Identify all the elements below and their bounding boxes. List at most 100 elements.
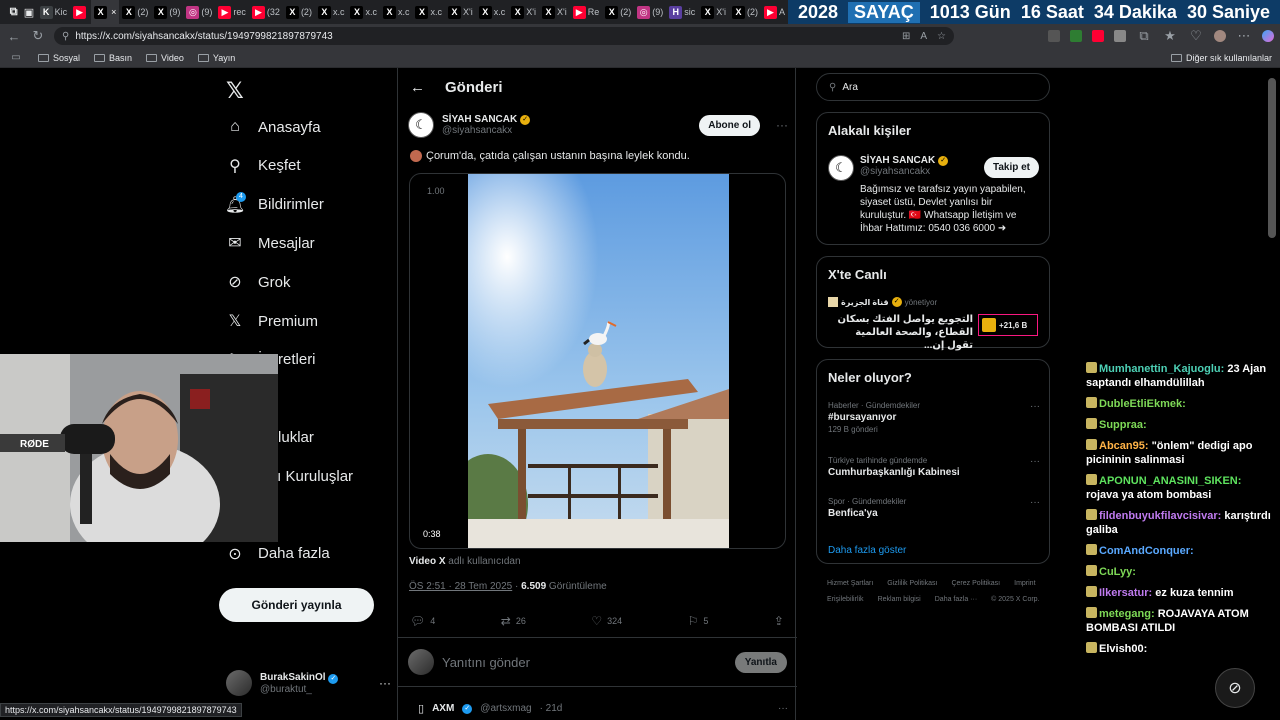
bookmark-action[interactable]: ⚐ 5 — [688, 614, 709, 628]
browser-tab[interactable]: X X'i — [508, 0, 539, 24]
sidebar-item-4[interactable]: ⊘ Grok — [226, 270, 290, 294]
chat-username[interactable]: Mumhanettin_Kajuoglu: — [1099, 363, 1224, 375]
browser-tab[interactable]: X (9) — [151, 0, 183, 24]
browser-tab[interactable]: Xx.c — [380, 0, 413, 24]
app-install-icon[interactable]: ⊞ — [902, 31, 910, 42]
browser-tab[interactable]: K Kic — [37, 0, 71, 24]
author-avatar[interactable]: ☾ — [408, 112, 434, 138]
sidebar-item-0[interactable]: ⌂ Anasayfa — [226, 115, 320, 139]
show-more-link[interactable]: Daha fazla göster — [828, 545, 906, 556]
author-name-row[interactable]: SİYAH SANCAK ✓ — [442, 114, 531, 125]
sidebar-item-3[interactable]: ✉ Mesajlar — [226, 231, 314, 255]
browser-tab[interactable]: ▶ (32 — [249, 0, 283, 24]
bookmark-folder[interactable]: Sosyal — [38, 53, 80, 63]
live-text[interactable]: التجويع يواصل الفتك بسكان القطاع، والصحة… — [828, 313, 973, 352]
trend-item[interactable]: Spor · Gündemdekiler Benfica'ya ··· — [828, 497, 1040, 519]
sidebar-item-5[interactable]: 𝕏 Premium — [226, 309, 318, 333]
browser-tab[interactable]: Xx.c — [347, 0, 380, 24]
x-logo-icon[interactable]: 𝕏 — [226, 78, 244, 104]
sidebar-item-11[interactable]: ⊙ Daha fazla — [226, 542, 329, 566]
subscribe-button[interactable]: Abone ol — [699, 114, 760, 136]
more-dots-icon[interactable]: ··· — [379, 676, 391, 690]
browser-tab[interactable]: ▶ — [70, 0, 91, 24]
bookmark-folder[interactable]: Basın — [94, 53, 132, 63]
browser-tab[interactable]: X (2) — [602, 0, 634, 24]
browser-tab[interactable]: X X'i — [698, 0, 729, 24]
menu-dots-icon[interactable]: ⋯ — [1236, 28, 1252, 44]
share-action[interactable]: ⇪ — [774, 614, 784, 628]
video-source-name[interactable]: Video X — [409, 556, 446, 567]
footer-link[interactable]: Daha fazla ··· — [935, 592, 977, 608]
follow-button[interactable]: Takip et — [983, 157, 1039, 178]
back-arrow-icon[interactable]: ← — [410, 79, 425, 96]
browser-tab[interactable]: Hsic — [666, 0, 698, 24]
extension-icon[interactable] — [1114, 30, 1126, 42]
youtube-extension-icon[interactable] — [1092, 30, 1104, 42]
workspaces-icon[interactable]: ⧉ — [6, 0, 21, 24]
page-scrollbar[interactable] — [1268, 78, 1276, 238]
copilot-icon[interactable] — [1262, 30, 1274, 42]
browser-tab[interactable]: ▶ rec — [215, 0, 249, 24]
browser-tab[interactable]: Xx.c — [476, 0, 509, 24]
more-dots-icon[interactable]: ··· — [768, 118, 788, 132]
chat-username[interactable]: Ilkersatur: — [1099, 587, 1152, 599]
playback-speed[interactable]: 1.00 — [427, 186, 445, 196]
chat-username[interactable]: metegang: — [1099, 608, 1155, 620]
browser-tab[interactable]: X × — [91, 0, 120, 24]
browser-tab[interactable]: ◎ (9) — [183, 0, 215, 24]
like-action[interactable]: ♡ 324 — [591, 614, 622, 628]
chat-username[interactable]: Abcan95: — [1099, 440, 1149, 452]
footer-link[interactable]: Reklam bilgisi — [878, 592, 921, 608]
extension-icon[interactable] — [1048, 30, 1060, 42]
reading-view-icon[interactable]: ▭ — [8, 50, 24, 66]
chat-username[interactable]: DubleEtliEkmek: — [1099, 398, 1186, 410]
footer-link[interactable]: © 2025 X Corp. — [991, 592, 1039, 608]
more-dots-icon[interactable]: ··· — [1030, 456, 1040, 467]
site-info-icon[interactable]: ⚲ — [62, 31, 69, 42]
browser-tab[interactable]: ▶ A — [761, 0, 788, 24]
footer-link[interactable]: Erişilebilirlik — [827, 592, 864, 608]
extension-icon[interactable] — [1070, 30, 1082, 42]
sidebar-item-1[interactable]: ⚲ Keşfet — [226, 154, 300, 178]
browser-tab[interactable]: X X'i — [539, 0, 570, 24]
favorites-icon[interactable]: ★ — [1162, 28, 1178, 44]
footer-link[interactable]: Gizlilik Politikası — [887, 576, 937, 592]
browser-tab[interactable]: ▶ Re — [570, 0, 603, 24]
account-switcher[interactable]: BurakSakinOl ✓ @buraktut_ ··· — [226, 670, 391, 696]
reload-icon[interactable]: ↻ — [30, 28, 46, 44]
post-button[interactable]: Gönderi yayınla — [219, 588, 374, 622]
tab-actions-icon[interactable]: ▣ — [21, 0, 36, 24]
live-host-row[interactable]: قناة الجزيرة ✓ yönetiyor — [828, 297, 937, 307]
search-input[interactable]: ⚲ Ara — [816, 73, 1050, 101]
browser-tab[interactable]: X (2) — [283, 0, 315, 24]
sidebar-item-2[interactable]: 🔔︎ 4 Bildirimler — [225, 191, 324, 217]
more-dots-icon[interactable]: ··· — [1030, 497, 1040, 508]
footer-link[interactable]: Hizmet Şartları — [827, 576, 873, 592]
browser-tab[interactable]: X X'i — [445, 0, 476, 24]
chat-username[interactable]: Elvish00: — [1099, 643, 1147, 655]
video-frame[interactable] — [468, 174, 729, 549]
footer-link[interactable]: Çerez Politikası — [951, 576, 1000, 592]
more-dots-icon[interactable]: ··· — [778, 703, 788, 714]
trend-item[interactable]: Haberler · Gündemdekiler #bursayanıyor 1… — [828, 401, 1040, 434]
chat-toggle-icon[interactable]: ⊘ — [1215, 668, 1255, 708]
chat-username[interactable]: fildenbuyukfilavcisivar: — [1099, 510, 1221, 522]
browser-tab[interactable]: Xx.c — [412, 0, 445, 24]
browser-tab[interactable]: X (2) — [729, 0, 761, 24]
related-identity[interactable]: SİYAH SANCAK ✓ @siyahsancakx — [860, 155, 949, 177]
profile-avatar[interactable] — [1214, 30, 1226, 42]
video-player[interactable]: 1.00 0:38 — [409, 173, 786, 549]
close-tab-icon[interactable]: × — [111, 7, 116, 17]
live-listeners[interactable]: +21,6 B — [978, 314, 1038, 336]
other-bookmarks[interactable]: Diğer sık kullanılanlar — [1170, 53, 1272, 63]
read-aloud-icon[interactable]: A — [920, 31, 927, 42]
reply-action[interactable]: 💬︎ 4 — [410, 614, 435, 628]
chat-username[interactable]: Suppraa: — [1099, 419, 1147, 431]
footer-link[interactable]: Imprint — [1014, 576, 1035, 592]
next-tweet[interactable]: ▯ AXM ✓ @artsxmag · 21d ··· — [418, 702, 788, 715]
browser-tab[interactable]: Xx.c — [315, 0, 348, 24]
reply-button[interactable]: Yanıtla — [734, 651, 787, 673]
related-avatar[interactable]: ☾ — [828, 155, 854, 181]
reply-input[interactable]: Yanıtını gönder — [442, 655, 530, 670]
trend-item[interactable]: Türkiye tarihinde gündemde Cumhurbaşkanl… — [828, 456, 1040, 478]
